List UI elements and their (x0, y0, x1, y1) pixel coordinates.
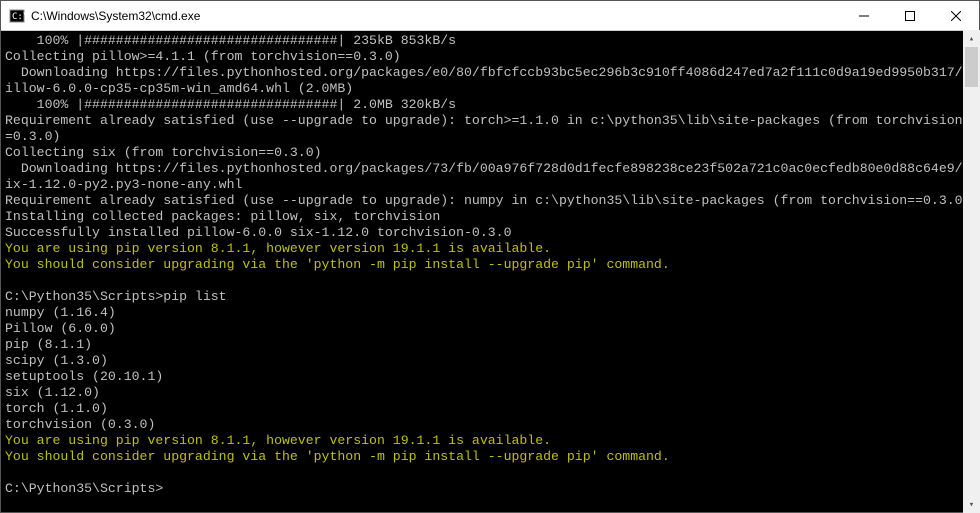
terminal-line: Requirement already satisfied (use --upg… (5, 193, 975, 209)
terminal-line: pip (8.1.1) (5, 337, 975, 353)
minimize-button[interactable] (841, 1, 887, 30)
terminal-line: C:\Python35\Scripts>pip list (5, 289, 975, 305)
terminal-line: You are using pip version 8.1.1, however… (5, 433, 975, 449)
terminal-output[interactable]: 100% |################################| … (1, 31, 979, 512)
terminal-line: Collecting pillow>=4.1.1 (from torchvisi… (5, 49, 975, 65)
terminal-line: Installing collected packages: pillow, s… (5, 209, 975, 225)
terminal-line: 100% |################################| … (5, 97, 975, 113)
terminal-line: Successfully installed pillow-6.0.0 six-… (5, 225, 975, 241)
terminal-line: C:\Python35\Scripts> (5, 481, 975, 497)
terminal-line: scipy (1.3.0) (5, 353, 975, 369)
close-button[interactable] (933, 1, 979, 30)
terminal-line (5, 273, 975, 289)
titlebar[interactable]: C:\ C:\Windows\System32\cmd.exe (1, 1, 979, 31)
scroll-down-arrow[interactable]: ▾ (963, 496, 980, 513)
terminal-line: You should consider upgrading via the 'p… (5, 449, 975, 465)
terminal-line: You are using pip version 8.1.1, however… (5, 241, 975, 257)
terminal-line: You should consider upgrading via the 'p… (5, 257, 975, 273)
terminal-line (5, 465, 975, 481)
terminal-line: Downloading https://files.pythonhosted.o… (5, 65, 975, 97)
terminal-line: 100% |################################| … (5, 33, 975, 49)
terminal-line: torchvision (0.3.0) (5, 417, 975, 433)
terminal-line: torch (1.1.0) (5, 401, 975, 417)
terminal-line: numpy (1.16.4) (5, 305, 975, 321)
window-title: C:\Windows\System32\cmd.exe (31, 9, 841, 23)
terminal-line: six (1.12.0) (5, 385, 975, 401)
terminal-line: Downloading https://files.pythonhosted.o… (5, 161, 975, 193)
vertical-scrollbar[interactable]: ▴ ▾ (963, 30, 980, 513)
terminal-line: Collecting six (from torchvision==0.3.0) (5, 145, 975, 161)
scroll-track[interactable] (963, 47, 980, 496)
terminal-line: setuptools (20.10.1) (5, 369, 975, 385)
window-controls (841, 1, 979, 30)
cmd-window: C:\ C:\Windows\System32\cmd.exe 100% |##… (0, 0, 980, 513)
svg-text:C:\: C:\ (12, 12, 25, 22)
terminal-line: Pillow (6.0.0) (5, 321, 975, 337)
scroll-up-arrow[interactable]: ▴ (963, 30, 980, 47)
scroll-thumb[interactable] (965, 47, 978, 87)
terminal-line: Requirement already satisfied (use --upg… (5, 113, 975, 145)
maximize-button[interactable] (887, 1, 933, 30)
cmd-icon: C:\ (9, 8, 25, 24)
